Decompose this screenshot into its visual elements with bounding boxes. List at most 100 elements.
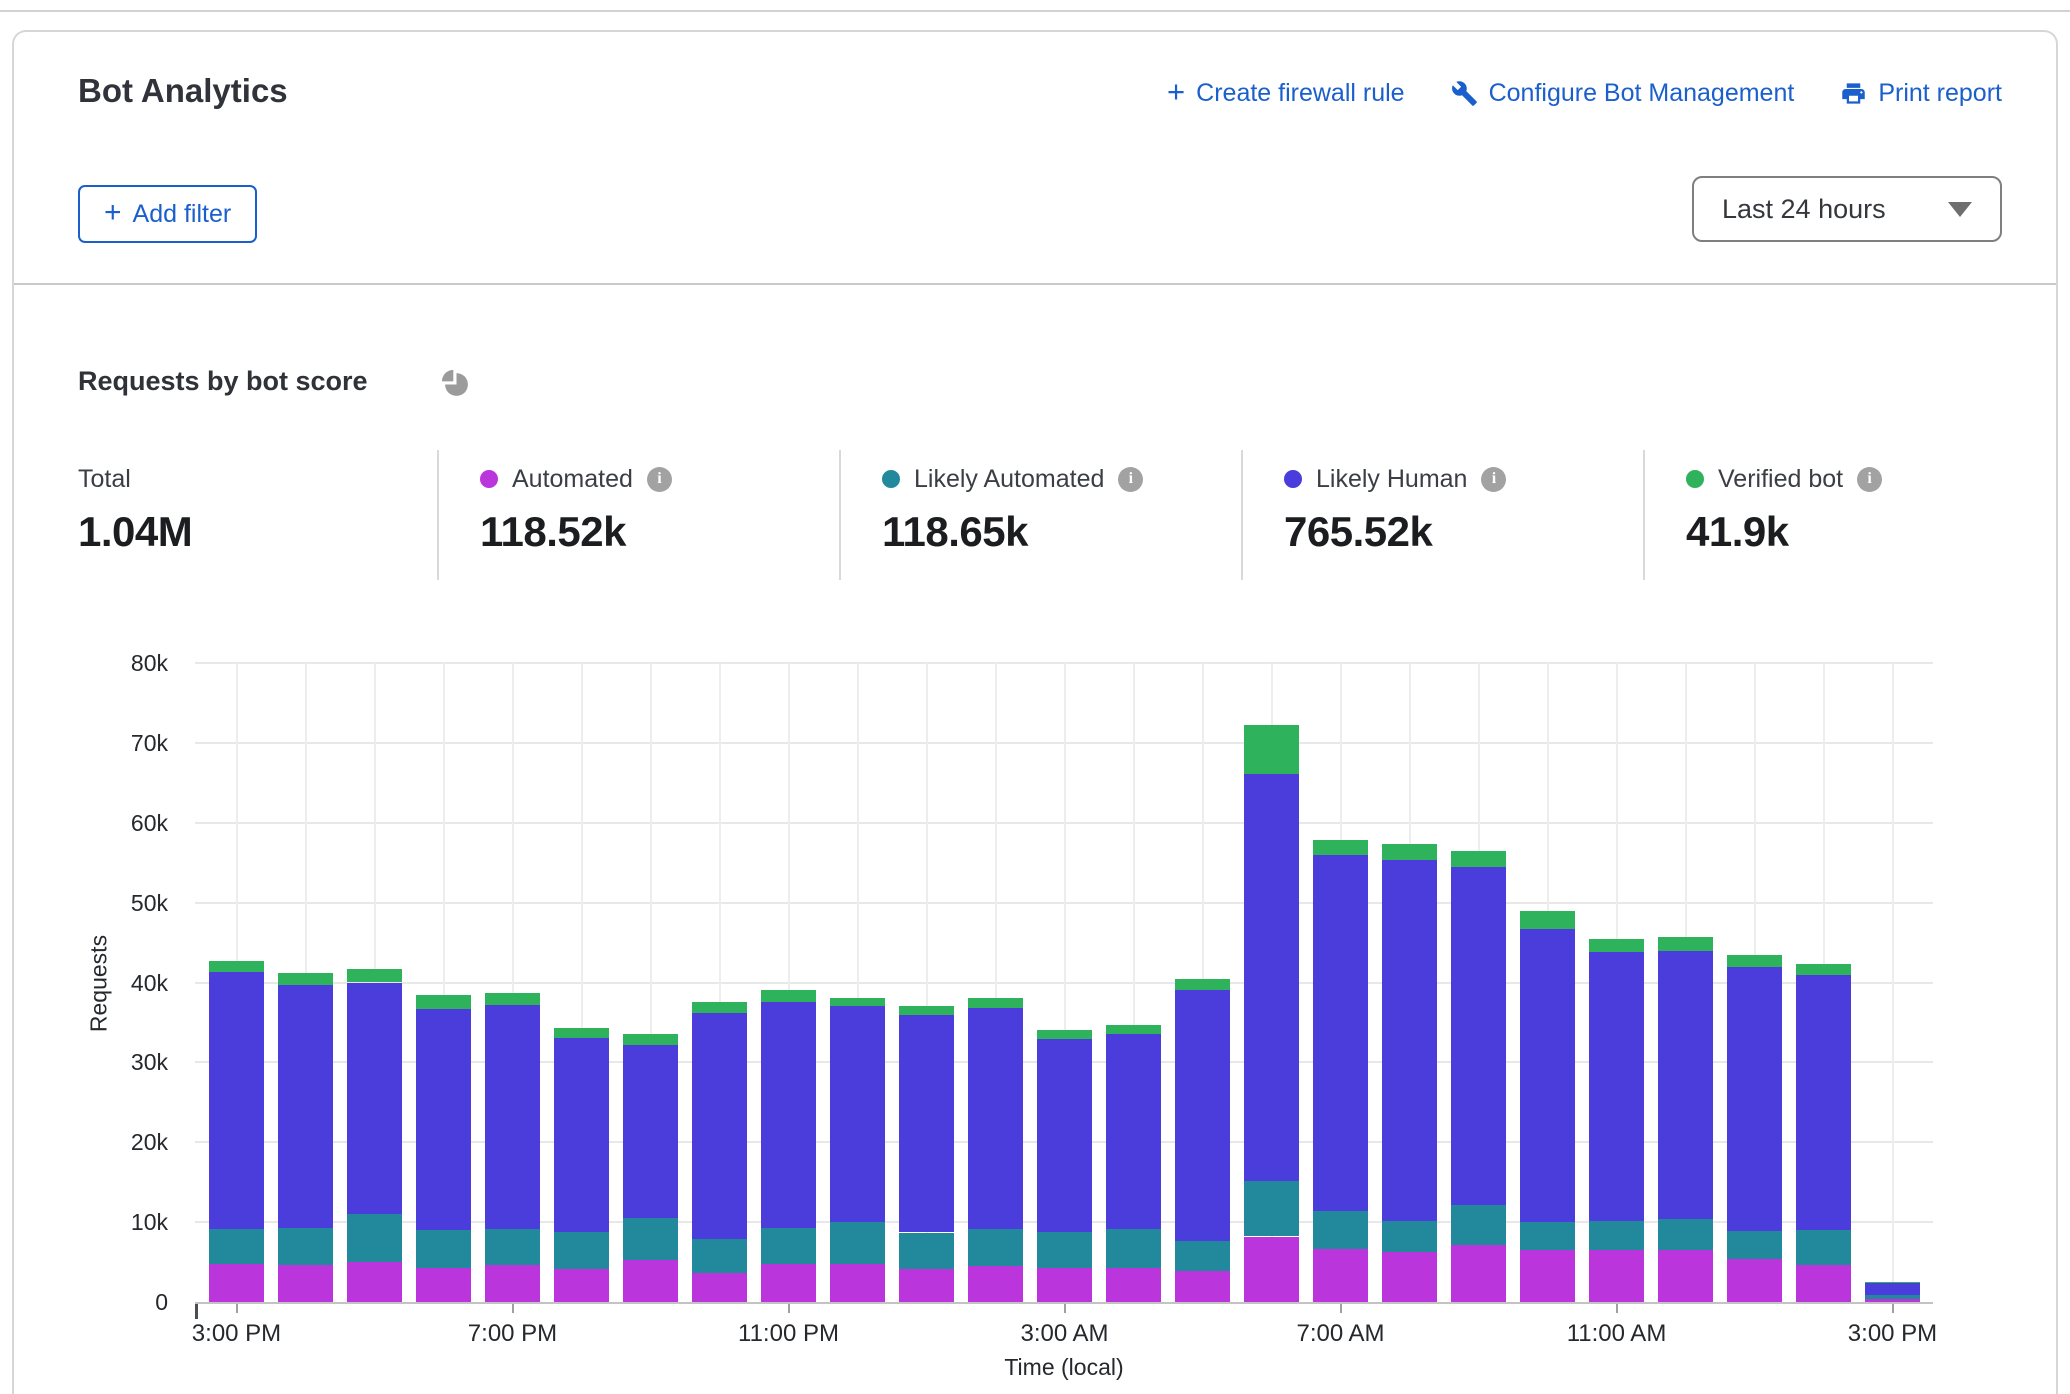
bar-segment-verified-bot[interactable] xyxy=(1175,979,1230,990)
bar-segment-likely-automated[interactable] xyxy=(1658,1219,1713,1250)
bar-segment-verified-bot[interactable] xyxy=(1451,851,1506,868)
bar-segment-likely-human[interactable] xyxy=(1658,951,1713,1219)
bar-segment-automated[interactable] xyxy=(1589,1250,1644,1302)
action-link-create-firewall-rule[interactable]: +Create firewall rule xyxy=(1167,78,1405,109)
bar-segment-likely-automated[interactable] xyxy=(1451,1205,1506,1246)
bar-segment-likely-automated[interactable] xyxy=(830,1222,885,1264)
bar-segment-likely-human[interactable] xyxy=(1589,952,1644,1220)
bar-segment-automated[interactable] xyxy=(1106,1268,1161,1302)
bar-segment-verified-bot[interactable] xyxy=(1313,840,1368,855)
bar-segment-likely-automated[interactable] xyxy=(485,1229,540,1266)
bar-segment-likely-automated[interactable] xyxy=(1175,1241,1230,1271)
bar-segment-likely-automated[interactable] xyxy=(761,1228,816,1265)
action-link-configure-bot-management[interactable]: Configure Bot Management xyxy=(1451,79,1795,108)
bar-segment-likely-human[interactable] xyxy=(1520,929,1575,1222)
bar-segment-likely-automated[interactable] xyxy=(1796,1230,1851,1265)
bar-segment-verified-bot[interactable] xyxy=(347,969,402,983)
bar-segment-likely-automated[interactable] xyxy=(1106,1229,1161,1268)
bar-segment-verified-bot[interactable] xyxy=(623,1034,678,1044)
bar-segment-likely-automated[interactable] xyxy=(347,1214,402,1262)
bar-segment-automated[interactable] xyxy=(761,1264,816,1302)
bar-segment-likely-automated[interactable] xyxy=(1244,1181,1299,1236)
bar-segment-verified-bot[interactable] xyxy=(416,995,471,1009)
bar-segment-likely-human[interactable] xyxy=(347,983,402,1215)
bar-segment-likely-automated[interactable] xyxy=(1727,1231,1782,1259)
bar-segment-automated[interactable] xyxy=(347,1262,402,1302)
bar-segment-likely-human[interactable] xyxy=(278,985,333,1228)
bar-segment-likely-automated[interactable] xyxy=(623,1218,678,1260)
bar-segment-verified-bot[interactable] xyxy=(1658,937,1713,951)
bar-segment-automated[interactable] xyxy=(278,1265,333,1302)
time-range-select[interactable]: Last 24 hours xyxy=(1692,176,2002,242)
bar-segment-likely-human[interactable] xyxy=(554,1038,609,1232)
bar-segment-likely-human[interactable] xyxy=(968,1008,1023,1228)
bar-segment-verified-bot[interactable] xyxy=(554,1028,609,1038)
bar-segment-likely-automated[interactable] xyxy=(416,1230,471,1268)
bar-segment-likely-automated[interactable] xyxy=(1313,1211,1368,1249)
bar-segment-verified-bot[interactable] xyxy=(209,961,264,972)
bar-segment-automated[interactable] xyxy=(830,1264,885,1302)
bar-segment-likely-human[interactable] xyxy=(209,972,264,1228)
bar-segment-likely-automated[interactable] xyxy=(554,1232,609,1270)
bar-segment-automated[interactable] xyxy=(554,1269,609,1302)
bar-segment-likely-automated[interactable] xyxy=(209,1229,264,1265)
bar-segment-likely-human[interactable] xyxy=(1244,774,1299,1181)
action-link-print-report[interactable]: Print report xyxy=(1840,79,2002,108)
bar-segment-likely-human[interactable] xyxy=(1727,967,1782,1231)
bar-segment-likely-automated[interactable] xyxy=(1865,1295,1920,1299)
bar-segment-automated[interactable] xyxy=(1865,1299,1920,1302)
bar-segment-verified-bot[interactable] xyxy=(830,998,885,1007)
bar-segment-verified-bot[interactable] xyxy=(899,1006,954,1016)
info-icon[interactable]: i xyxy=(1857,467,1882,492)
bar-segment-likely-automated[interactable] xyxy=(278,1228,333,1266)
bar-segment-likely-human[interactable] xyxy=(623,1045,678,1218)
bar-segment-verified-bot[interactable] xyxy=(692,1002,747,1013)
bar-segment-likely-automated[interactable] xyxy=(1520,1222,1575,1250)
bar-segment-likely-human[interactable] xyxy=(1175,990,1230,1241)
add-filter-button[interactable]: + Add filter xyxy=(78,185,257,243)
bar-segment-likely-automated[interactable] xyxy=(1589,1221,1644,1251)
bar-segment-verified-bot[interactable] xyxy=(1589,939,1644,953)
bar-segment-verified-bot[interactable] xyxy=(1382,844,1437,860)
bar-segment-automated[interactable] xyxy=(968,1266,1023,1302)
bar-segment-verified-bot[interactable] xyxy=(1865,1282,1920,1283)
bar-segment-automated[interactable] xyxy=(209,1264,264,1302)
bar-segment-automated[interactable] xyxy=(1658,1250,1713,1302)
bar-segment-automated[interactable] xyxy=(1520,1250,1575,1302)
bar-segment-automated[interactable] xyxy=(623,1260,678,1302)
bar-segment-likely-human[interactable] xyxy=(692,1013,747,1239)
bar-segment-automated[interactable] xyxy=(1382,1252,1437,1302)
bar-segment-likely-human[interactable] xyxy=(1796,975,1851,1230)
bar-segment-automated[interactable] xyxy=(899,1269,954,1302)
bar-segment-likely-automated[interactable] xyxy=(1382,1221,1437,1252)
bar-segment-likely-human[interactable] xyxy=(1865,1283,1920,1295)
bar-segment-automated[interactable] xyxy=(1451,1245,1506,1302)
bar-segment-automated[interactable] xyxy=(1175,1271,1230,1302)
bar-segment-likely-human[interactable] xyxy=(830,1006,885,1222)
bar-segment-automated[interactable] xyxy=(1313,1249,1368,1302)
info-icon[interactable]: i xyxy=(1118,467,1143,492)
bar-segment-automated[interactable] xyxy=(485,1265,540,1302)
bar-segment-automated[interactable] xyxy=(1796,1265,1851,1302)
bar-segment-likely-human[interactable] xyxy=(899,1015,954,1232)
info-icon[interactable]: i xyxy=(1481,467,1506,492)
bar-segment-likely-automated[interactable] xyxy=(899,1233,954,1270)
bar-segment-verified-bot[interactable] xyxy=(485,993,540,1005)
bar-segment-automated[interactable] xyxy=(416,1268,471,1302)
bar-segment-likely-automated[interactable] xyxy=(968,1229,1023,1267)
bar-segment-likely-human[interactable] xyxy=(1106,1034,1161,1229)
info-icon[interactable]: i xyxy=(647,467,672,492)
bar-segment-verified-bot[interactable] xyxy=(1106,1025,1161,1035)
bar-segment-verified-bot[interactable] xyxy=(761,990,816,1002)
bar-segment-likely-automated[interactable] xyxy=(692,1239,747,1273)
bar-segment-likely-human[interactable] xyxy=(1037,1039,1092,1231)
bar-segment-automated[interactable] xyxy=(1037,1268,1092,1302)
bar-segment-automated[interactable] xyxy=(1244,1237,1299,1302)
bar-segment-automated[interactable] xyxy=(1727,1259,1782,1302)
bar-segment-verified-bot[interactable] xyxy=(278,973,333,985)
bar-segment-verified-bot[interactable] xyxy=(1037,1030,1092,1040)
bar-segment-automated[interactable] xyxy=(692,1273,747,1302)
bar-segment-verified-bot[interactable] xyxy=(1727,955,1782,966)
bar-segment-likely-automated[interactable] xyxy=(1037,1232,1092,1269)
bar-segment-verified-bot[interactable] xyxy=(1244,725,1299,775)
